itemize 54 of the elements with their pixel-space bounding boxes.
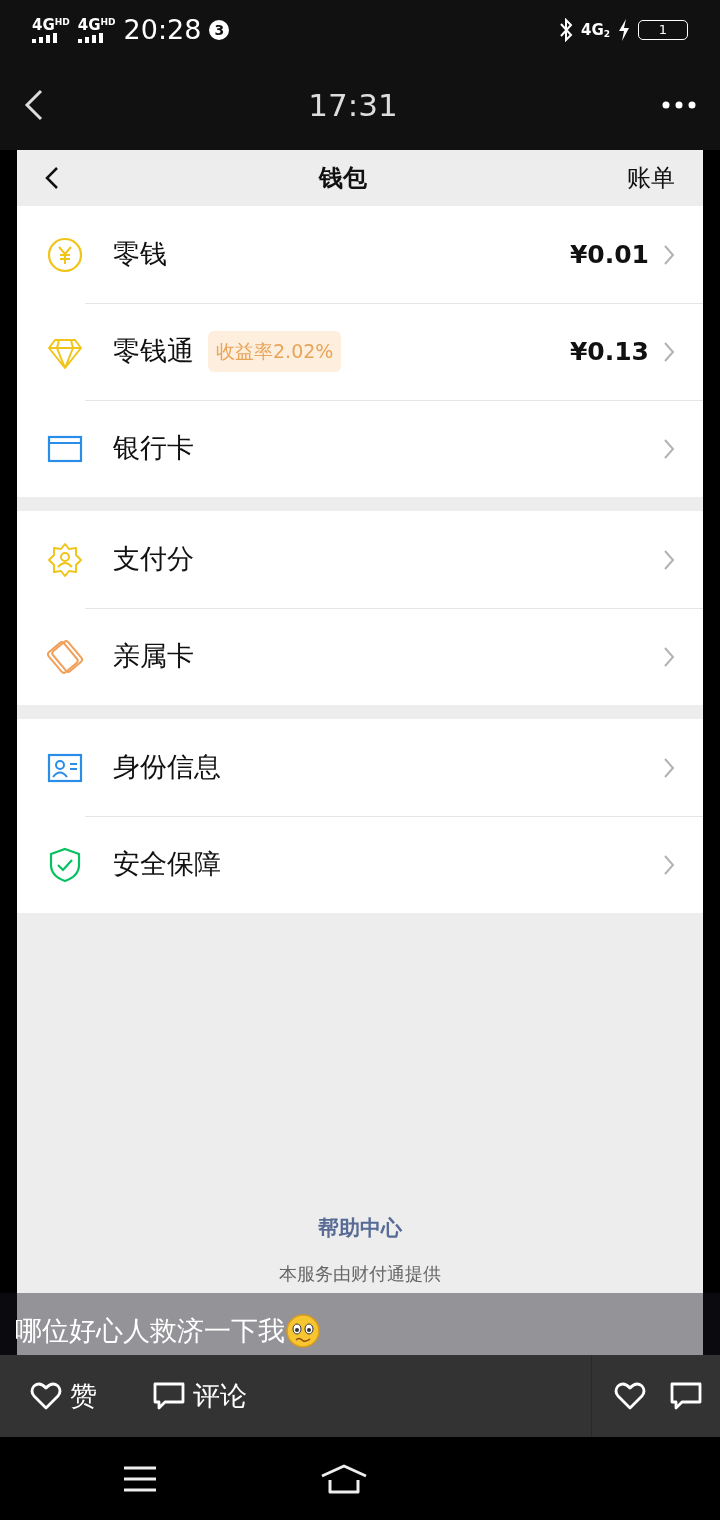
row-label: 零钱通 (113, 334, 194, 369)
chevron-icon (663, 243, 675, 266)
wallet-row[interactable]: 银行卡 (17, 400, 703, 497)
comment-icon (153, 1381, 185, 1411)
emoji-icon (285, 1313, 321, 1349)
chevron-icon (663, 756, 675, 779)
wallet-row[interactable]: 零钱 ¥0.01 (17, 206, 703, 303)
row-label: 安全保障 (113, 847, 221, 882)
help-center-link[interactable]: 帮助中心 (318, 1212, 402, 1244)
network-label: 4G$_{2}$ (581, 22, 610, 38)
wallet-row[interactable]: 安全保障 (17, 816, 703, 913)
battery-icon: 1 (638, 20, 688, 40)
row-label: 银行卡 (113, 431, 194, 466)
balance-amount: ¥0.01 (569, 238, 649, 271)
row-label: 支付分 (113, 542, 194, 577)
chevron-icon (663, 853, 675, 876)
chevron-icon (663, 645, 675, 668)
heart-icon[interactable] (614, 1381, 646, 1411)
row-label: 身份信息 (113, 750, 221, 785)
status-time: 20:28 (123, 12, 202, 47)
badge-icon (47, 541, 83, 578)
network-label: 4G$^{HD}$ (77, 17, 116, 33)
viewer-title: 17:31 (308, 85, 398, 125)
wallet-row[interactable]: 亲属卡 (17, 608, 703, 705)
row-label: 亲属卡 (113, 639, 194, 674)
chevron-icon (663, 548, 675, 571)
signal-icon (32, 32, 58, 43)
wallet-row[interactable]: 支付分 (17, 511, 703, 608)
back-icon[interactable] (45, 166, 59, 190)
charging-icon (618, 19, 630, 41)
comment-button[interactable]: 评论 (153, 1375, 247, 1417)
wallet-row[interactable]: 零钱通 收益率2.02% ¥0.13 (17, 303, 703, 400)
signal-icon (77, 32, 104, 43)
comment-icon[interactable] (670, 1381, 702, 1411)
home-icon[interactable] (320, 1463, 368, 1494)
row-label: 零钱 (113, 237, 167, 272)
provider-note: 本服务由财付通提供 (279, 1262, 441, 1286)
balance-amount: ¥0.13 (569, 335, 649, 368)
menu-icon[interactable] (123, 1465, 157, 1492)
bluetooth-icon (559, 18, 573, 42)
wallet-title: 钱包 (319, 163, 367, 194)
chevron-icon (663, 437, 675, 460)
bill-link[interactable]: 账单 (627, 160, 675, 196)
cards-icon (47, 638, 83, 675)
wallet-row[interactable]: 身份信息 (17, 719, 703, 816)
yield-tag: 收益率2.02% (208, 331, 342, 372)
chevron-icon (663, 340, 675, 363)
notification-badge: 3 (209, 20, 230, 40)
network-label: 4G$^{HD}$ (32, 17, 70, 33)
like-button[interactable]: 赞 (30, 1375, 97, 1417)
shield-icon (47, 846, 83, 883)
coin-icon (47, 236, 83, 273)
heart-icon (30, 1381, 62, 1411)
more-icon[interactable] (662, 101, 696, 109)
